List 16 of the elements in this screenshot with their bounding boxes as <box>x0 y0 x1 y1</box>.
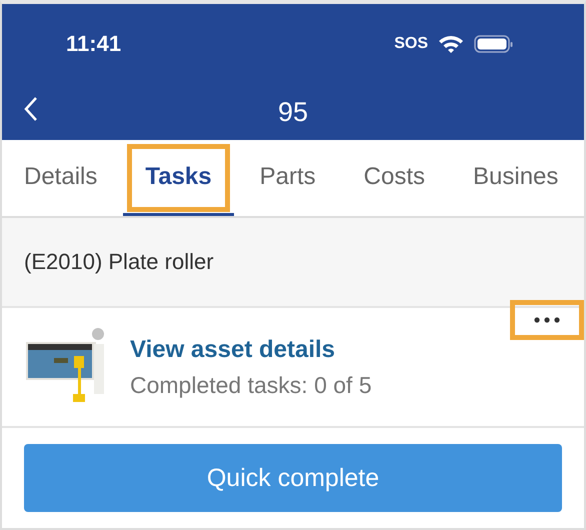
status-time: 11:41 <box>66 31 122 57</box>
tab[interactable]: Tasks <box>123 140 234 216</box>
tab[interactable]: Parts <box>238 140 338 216</box>
tab[interactable]: Costs <box>342 140 448 216</box>
tab[interactable]: Details <box>2 140 120 216</box>
tab[interactable]: Busines <box>451 140 580 216</box>
sos-indicator: SOS <box>394 35 428 53</box>
back-icon <box>24 96 38 122</box>
wifi-icon <box>438 34 464 54</box>
screen-title: 95 <box>278 96 308 128</box>
view-asset-link[interactable]: View asset details <box>130 336 372 364</box>
section-title: (E2010) Plate roller <box>24 249 214 275</box>
more-button[interactable] <box>510 300 584 340</box>
more-icon <box>534 317 560 323</box>
quick-complete-button[interactable]: Quick complete <box>24 444 562 512</box>
battery-icon <box>474 34 514 54</box>
